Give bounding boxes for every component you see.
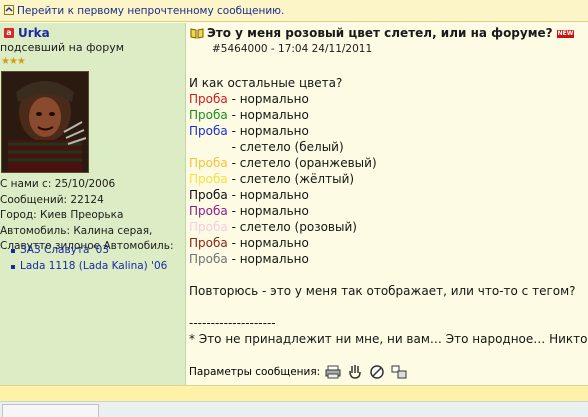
username-link[interactable]: Urka xyxy=(18,26,50,40)
signature: * Это не принадлежит ни мне, ни вам… Это… xyxy=(189,332,588,346)
color-test-status: - слетело (жёлтый) xyxy=(227,172,355,186)
post-content: Это у меня розовый цвет слетел, или на ф… xyxy=(186,23,588,385)
color-test-word: Проба xyxy=(189,156,228,170)
user-car: Автомобиль: Калина серая, xyxy=(0,224,153,237)
first-unread-link[interactable]: Перейти к первому непрочтенному сообщени… xyxy=(4,5,284,17)
color-test-line: Проба - нормально xyxy=(189,187,588,203)
vehicle-link[interactable]: Lada 1118 (Lada Kalina) '06 xyxy=(0,259,167,275)
color-test-word: Проба xyxy=(189,252,228,266)
color-test-line: Проба - нормально xyxy=(189,91,588,107)
bottom-tab[interactable] xyxy=(2,404,99,417)
username-row: a Urka xyxy=(4,26,50,40)
color-test-line: Проба - нормально xyxy=(189,123,588,139)
color-test-word: Проба xyxy=(189,220,228,234)
vehicle-link[interactable]: ЗАЗ Славута '03 xyxy=(0,243,167,259)
color-test-status: - нормально xyxy=(227,92,309,106)
move-icon[interactable] xyxy=(390,364,408,380)
user-city: Город: Киев Преорька xyxy=(0,209,124,221)
user-rank-title: подсевший на форум xyxy=(0,41,125,54)
color-test-status: - нормально xyxy=(227,124,309,138)
color-test-status: - нормально xyxy=(227,108,309,122)
rank-stars: ★★★ xyxy=(1,56,26,67)
color-test-line: Проба - слетело (оранжевый) xyxy=(189,155,588,171)
color-test-line: Проба - слетело (жёлтый) xyxy=(189,171,588,187)
color-test-word: Проба xyxy=(189,124,228,138)
vehicle-list: ЗАЗ Славута '03 Lada 1118 (Lada Kalina) … xyxy=(0,243,167,274)
user-icon: a xyxy=(4,28,14,38)
footer-bar xyxy=(0,385,588,402)
post-title: Это у меня розовый цвет слетел, или на ф… xyxy=(207,26,553,40)
color-test-line: Проба - нормально xyxy=(189,203,588,219)
topbar: Перейти к первому непрочтенному сообщени… xyxy=(0,0,588,22)
book-icon xyxy=(190,28,204,39)
print-icon[interactable] xyxy=(324,364,342,380)
message-params: Параметры сообщения: xyxy=(189,364,408,380)
post-count: Сообщений: 22124 xyxy=(0,193,104,206)
first-unread-link-label: Перейти к первому непрочтенному сообщени… xyxy=(17,5,285,17)
color-lines: Проба - нормально Проба - нормально Проба … xyxy=(189,91,588,267)
color-test-status: - нормально xyxy=(227,188,309,202)
author-sidebar: a Urka подсевший на форум ★★★ С нами с: … xyxy=(0,23,186,385)
jump-arrow-icon xyxy=(4,5,14,15)
post-intro: И как остальные цвета? xyxy=(189,76,343,90)
block-icon[interactable] xyxy=(368,364,386,380)
post-body: И как остальные цвета? Проба - нормально… xyxy=(189,75,588,347)
post-question: Повторюсь - это у меня так отображает, и… xyxy=(189,284,576,298)
color-test-status: - нормально xyxy=(227,204,309,218)
post-header: Это у меня розовый цвет слетел, или на ф… xyxy=(190,26,575,42)
new-badge: NEW xyxy=(556,30,575,38)
signature-separator: -------------------- xyxy=(189,316,276,330)
color-test-word: Проба xyxy=(189,236,228,250)
color-test-line: Проба - нормально xyxy=(189,251,588,267)
color-test-status: - нормально xyxy=(227,236,309,250)
quote-icon[interactable] xyxy=(346,364,364,380)
color-test-word: Проба xyxy=(189,188,228,202)
color-test-status: - слетело (розовый) xyxy=(227,220,357,234)
post-meta[interactable]: #5464000 - 17:04 24/11/2011 xyxy=(212,43,372,55)
color-test-word: Проба xyxy=(189,204,228,218)
color-test-line: Проба - слетело (розовый) xyxy=(189,219,588,235)
color-test-status: - слетело (оранжевый) xyxy=(227,156,377,170)
color-test-word: Проба xyxy=(189,172,228,186)
avatar-image xyxy=(2,72,88,172)
color-test-line: Проба - слетело (белый) xyxy=(189,139,588,155)
avatar xyxy=(1,71,89,173)
joined-date: С нами с: 25/10/2006 xyxy=(0,178,116,190)
params-label: Параметры сообщения: xyxy=(189,366,321,378)
color-test-status: - слетело (белый) xyxy=(227,140,344,154)
color-test-line: Проба - нормально xyxy=(189,107,588,123)
color-test-word: Проба xyxy=(189,92,228,106)
color-test-status: - нормально xyxy=(227,252,309,266)
color-test-line: Проба - нормально xyxy=(189,235,588,251)
color-test-word: Проба xyxy=(189,140,228,154)
color-test-word: Проба xyxy=(189,108,228,122)
